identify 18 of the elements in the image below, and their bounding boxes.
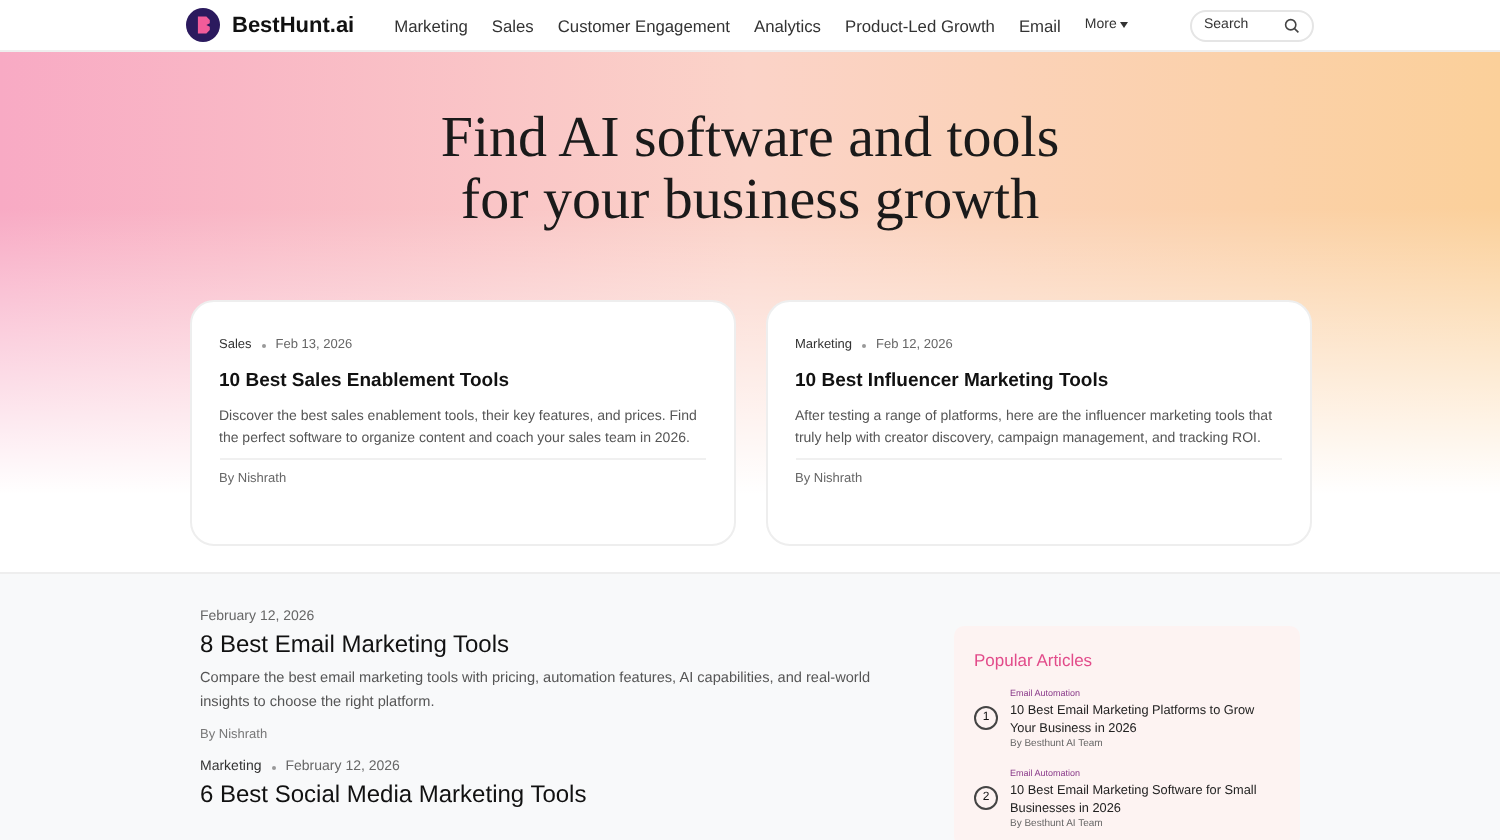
article-title[interactable]: 10 Best Sales Enablement Tools [219, 370, 705, 392]
article-card[interactable] [765, 300, 1311, 546]
article-title[interactable]: 8 Best Email Marketing Tools [200, 630, 920, 658]
panel-heading: Popular Articles [974, 650, 1095, 670]
nav-link[interactable]: Sales [479, 15, 546, 35]
search-icon [1284, 17, 1300, 33]
hero-title: Find AI software and tools for your business growth [440, 108, 1060, 232]
brand-name[interactable]: BestHunt.ai [232, 13, 355, 37]
logo-icon[interactable] [186, 8, 220, 42]
nav-link[interactable]: Analytics [741, 15, 833, 35]
nav-link[interactable]: Marketing [382, 15, 480, 35]
article-card[interactable] [189, 300, 735, 546]
nav-link[interactable]: Product-Led Growth [833, 15, 1007, 35]
article-title[interactable]: 10 Best Influencer Marketing Tools [795, 370, 1281, 392]
caret-icon [1120, 22, 1129, 28]
nav-link[interactable]: Customer Engagement [545, 15, 742, 35]
nav-link[interactable]: Email [1006, 15, 1073, 35]
article-title[interactable]: 6 Best Social Media Marketing Tools [200, 780, 920, 808]
